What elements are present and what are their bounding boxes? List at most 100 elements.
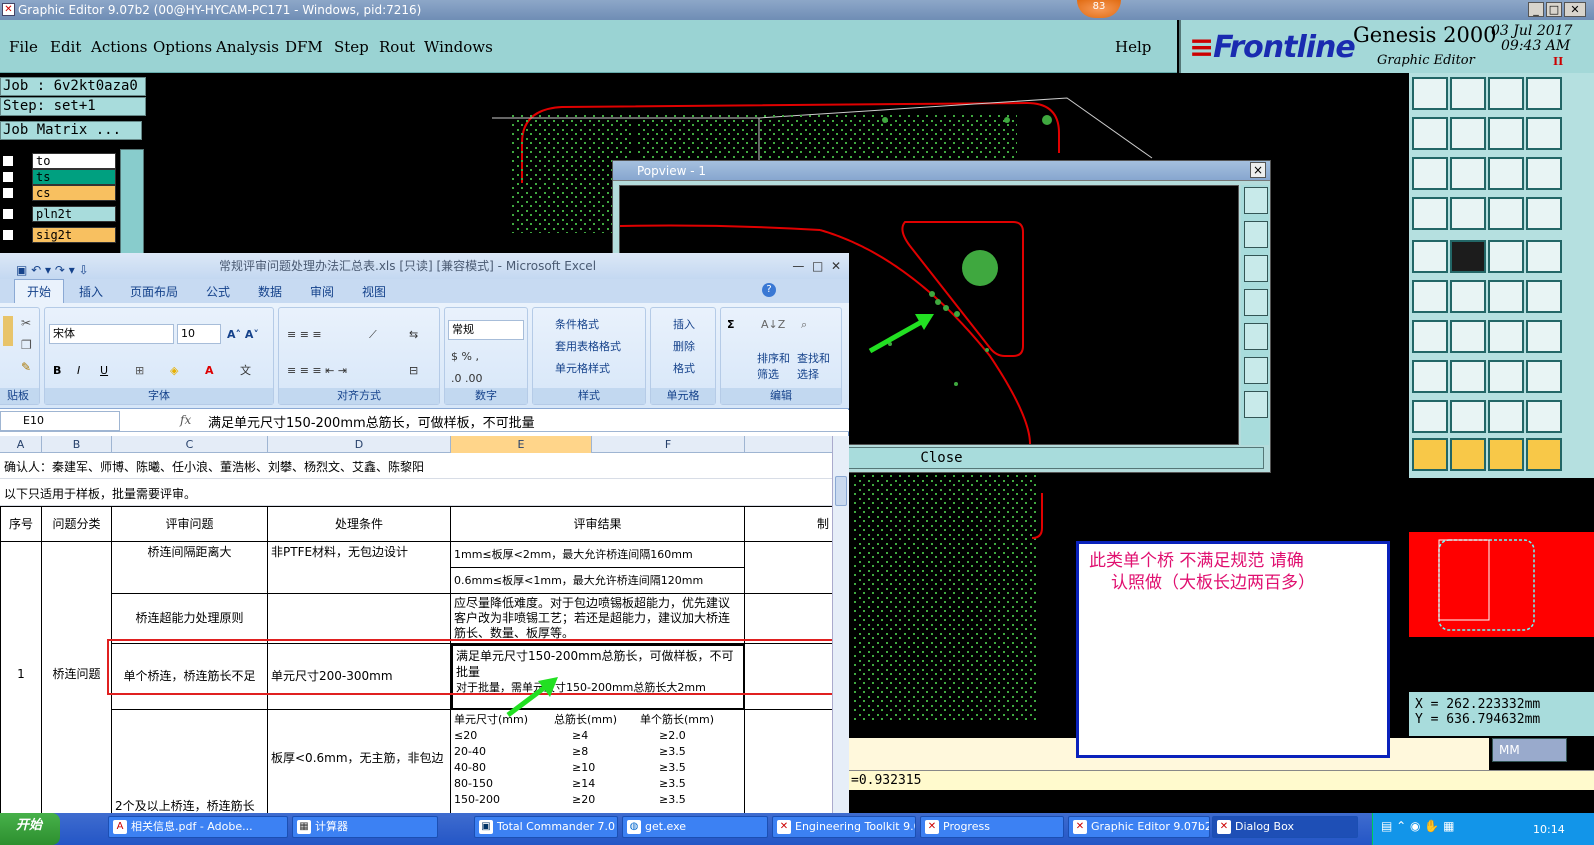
sort-filter-label[interactable]: 排序和 xyxy=(757,352,790,366)
layer-name[interactable]: pln2t xyxy=(32,206,116,222)
format-painter-icon[interactable]: ✎ xyxy=(21,360,31,374)
condition-cell[interactable] xyxy=(268,594,451,644)
align-top-icon[interactable]: ≡ ≡ ≡ xyxy=(287,328,322,342)
formula-input[interactable]: 满足单元尺寸150-200mm总筋长，可做样板，不可批量 xyxy=(208,412,535,431)
line-point-icon[interactable] xyxy=(1488,280,1524,313)
layer-row[interactable]: to xyxy=(0,153,118,169)
copy-icon[interactable]: ❐ xyxy=(21,338,32,352)
pad-icon[interactable] xyxy=(1412,360,1448,393)
excel-window-controls[interactable]: — □ ✕ xyxy=(792,253,841,279)
cursor-circle-icon[interactable] xyxy=(1488,438,1524,471)
menu-dfm[interactable]: DFM xyxy=(285,38,323,56)
tab-insert[interactable]: 插入 xyxy=(79,283,103,300)
menu-analysis[interactable]: Analysis xyxy=(216,38,279,56)
conditional-format-button[interactable]: 条件格式 xyxy=(555,318,599,332)
units-select[interactable]: MM xyxy=(1492,738,1567,762)
layer-checkbox[interactable] xyxy=(2,155,14,167)
paste-icon[interactable] xyxy=(3,316,13,346)
menu-file[interactable]: File xyxy=(9,38,38,56)
grid-icon[interactable] xyxy=(1450,197,1486,230)
issue-cell[interactable]: 桥连超能力处理原则 xyxy=(112,594,268,644)
layer-checkbox[interactable] xyxy=(2,187,14,199)
ruler-2-icon[interactable] xyxy=(1526,240,1562,273)
pan-left-icon[interactable] xyxy=(1244,289,1268,316)
popview-close-icon[interactable]: × xyxy=(1250,162,1266,178)
line-point-2-icon[interactable] xyxy=(1526,280,1562,313)
sort-filter-icon[interactable]: A↓Z xyxy=(761,318,785,332)
header-cell[interactable]: 制 xyxy=(745,506,832,542)
ribbon-help-icon[interactable]: ? xyxy=(762,283,776,297)
layers-icon[interactable] xyxy=(1488,197,1524,230)
zoom-fit-icon[interactable] xyxy=(1244,187,1268,214)
home-icon[interactable] xyxy=(1488,77,1524,110)
column-header[interactable]: D xyxy=(268,436,451,453)
header-cell[interactable]: 处理条件 xyxy=(268,506,451,542)
taskbar-item[interactable]: ✕ Progress xyxy=(920,816,1064,838)
start-button[interactable]: 开始 xyxy=(0,813,60,845)
ruler-icon[interactable] xyxy=(1488,240,1524,273)
swap-icon[interactable] xyxy=(1488,117,1524,150)
delete-cells-button[interactable]: 删除 xyxy=(673,340,695,354)
autosum-icon[interactable]: Σ xyxy=(727,318,735,332)
category-cell[interactable]: 桥连问题 xyxy=(42,542,112,813)
layer-name[interactable]: cs xyxy=(32,185,116,201)
cell-styles-button[interactable]: 单元格样式 xyxy=(555,362,610,376)
taskbar-item[interactable]: A 相关信息.pdf - Adobe... xyxy=(108,816,288,838)
extra-cell[interactable] xyxy=(745,594,832,644)
column-header[interactable]: F xyxy=(592,436,745,453)
condition-cell[interactable]: 非PTFE材料，无包边设计 xyxy=(268,542,451,594)
help-icon[interactable] xyxy=(1526,157,1562,190)
fit-all-icon[interactable] xyxy=(1450,157,1486,190)
phonetic-icon[interactable]: 文 xyxy=(240,364,251,378)
filter-label[interactable]: 筛选 xyxy=(757,368,779,382)
excel-window[interactable]: ▣ ↶ ▾ ↷ ▾ ⇩ 常规评审问题处理办法汇总表.xls [只读] [兼容模式… xyxy=(0,253,849,813)
zoom-out-icon[interactable] xyxy=(1244,391,1268,418)
bus-icon[interactable] xyxy=(1526,320,1562,353)
tab-view[interactable]: 视图 xyxy=(362,283,386,300)
row-note[interactable]: 以下只适用于样板，批量需要评审。 xyxy=(4,485,196,502)
select-icon[interactable] xyxy=(1412,240,1448,273)
align-left-icon[interactable]: ≡ ≡ ≡ ⇤ ⇥ xyxy=(287,364,347,378)
wrap-text-icon[interactable]: ⇆ xyxy=(409,328,418,342)
menu-rout[interactable]: Rout xyxy=(379,38,415,56)
layer-checkbox[interactable] xyxy=(2,208,14,220)
scroll-thumb[interactable] xyxy=(835,476,847,506)
header-cell[interactable]: 问题分类 xyxy=(42,506,112,542)
connect-icon[interactable] xyxy=(1412,280,1448,313)
layer-checkbox[interactable] xyxy=(2,171,14,183)
row-confirmers[interactable]: 确认人：秦建军、师博、陈曦、任小浪、董浩彬、刘攀、杨烈文、艾鑫、陈黎阳 xyxy=(4,458,424,475)
menu-windows[interactable]: Windows xyxy=(424,38,493,56)
minimize-button[interactable]: _ xyxy=(1528,2,1544,17)
insert-cells-button[interactable]: 插入 xyxy=(673,318,695,332)
snap-icon[interactable] xyxy=(1526,117,1562,150)
font-color-icon[interactable]: A xyxy=(205,364,214,378)
layer-row[interactable]: sig2t xyxy=(0,227,118,243)
menu-options[interactable]: Options xyxy=(153,38,212,56)
fit-width-icon[interactable] xyxy=(1412,157,1448,190)
result-cell[interactable]: 0.6mm≤板厚<1mm，最大允许桥连间隔120mm xyxy=(451,568,745,594)
pan-right-icon[interactable] xyxy=(1244,323,1268,350)
bottom-view-icon[interactable] xyxy=(1450,77,1486,110)
merge-icon[interactable]: ⊟ xyxy=(409,364,418,378)
layers-2-icon[interactable] xyxy=(1526,197,1562,230)
cursor-icon[interactable] xyxy=(1412,438,1448,471)
decimal-icon[interactable]: .0 .00 xyxy=(451,372,483,386)
column-header[interactable]: C xyxy=(112,436,268,453)
spreadsheet-grid[interactable]: 确认人：秦建军、师博、陈曦、任小浪、董浩彬、刘攀、杨烈文、艾鑫、陈黎阳 以下只适… xyxy=(0,453,832,813)
issue-cell[interactable]: 2个及以上桥连，桥连筋长 xyxy=(112,710,268,813)
font-size-select[interactable]: 10 xyxy=(177,324,221,344)
seq-cell[interactable]: 1 xyxy=(0,542,42,813)
tab-data[interactable]: 数据 xyxy=(258,283,282,300)
layer-name[interactable]: to xyxy=(32,153,116,169)
close-button[interactable]: ✕ xyxy=(1564,2,1586,17)
pad-2-icon[interactable] xyxy=(1526,360,1562,393)
border-icon[interactable]: ⊞ xyxy=(135,364,144,378)
taskbar-item[interactable]: ✕Engineering Toolkit 9.0... xyxy=(772,816,916,838)
cursor-arrow-icon[interactable] xyxy=(1526,438,1562,471)
menu-actions[interactable]: Actions xyxy=(91,38,147,56)
fx-icon[interactable]: fx xyxy=(180,413,191,427)
popview-title-bar[interactable]: Popview - 1 × xyxy=(613,161,1270,181)
top-view-icon[interactable] xyxy=(1412,77,1448,110)
header-cell[interactable]: 评审结果 xyxy=(451,506,745,542)
palette-icon[interactable] xyxy=(1412,197,1448,230)
